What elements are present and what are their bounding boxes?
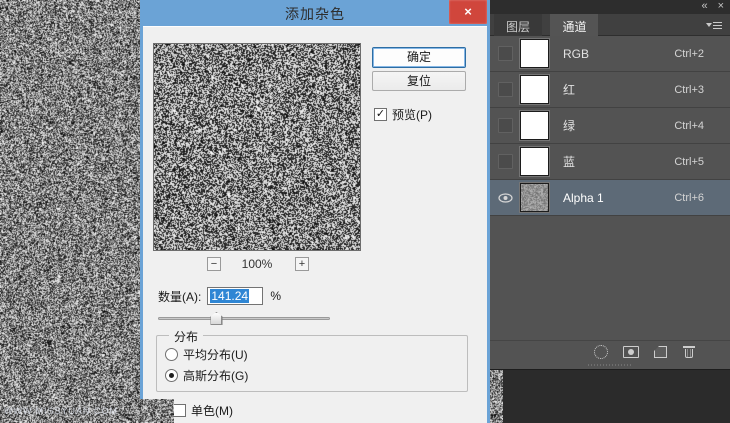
- channel-shortcut: Ctrl+2: [674, 48, 704, 60]
- monochromatic-label: 单色(M): [191, 402, 233, 419]
- channel-shortcut: Ctrl+6: [674, 192, 704, 204]
- noise-preview[interactable]: [153, 43, 361, 251]
- site-watermark: WWW.MISSYUAN.COM: [0, 399, 174, 423]
- channel-name: Alpha 1: [563, 191, 604, 205]
- channel-row-green[interactable]: 绿 Ctrl+4: [490, 108, 730, 144]
- collapse-panel-icon[interactable]: «: [701, 0, 707, 13]
- resize-grip[interactable]: [588, 364, 632, 366]
- slider-thumb[interactable]: [210, 312, 222, 325]
- channels-panel: « × 图层 通道 RGB Ctrl+2 红 Ctrl+3: [490, 0, 730, 370]
- channel-shortcut: Ctrl+4: [674, 120, 704, 132]
- distribution-legend: 分布: [169, 328, 203, 345]
- channel-list: RGB Ctrl+2 红 Ctrl+3 绿 Ctrl+4 蓝 Ctrl+5: [490, 36, 730, 216]
- radio-gaussian-circle[interactable]: [165, 369, 178, 382]
- radio-uniform-circle[interactable]: [165, 348, 178, 361]
- preview-checkbox-row[interactable]: ✓ 预览(P): [374, 106, 432, 123]
- panel-tab-strip: 图层 通道: [490, 14, 730, 36]
- channel-row-red[interactable]: 红 Ctrl+3: [490, 72, 730, 108]
- load-selection-icon[interactable]: [594, 345, 608, 359]
- channel-thumbnail[interactable]: [520, 183, 549, 212]
- radio-uniform[interactable]: 平均分布(U): [165, 346, 248, 363]
- radio-gaussian[interactable]: 高斯分布(G): [165, 367, 248, 384]
- amount-label: 数量(A):: [158, 288, 201, 305]
- alpha-thumbnail-noise: [521, 184, 549, 212]
- preview-checkbox-label: 预览(P): [392, 106, 432, 123]
- channel-thumbnail[interactable]: [520, 111, 549, 140]
- channel-name: RGB: [563, 47, 589, 61]
- delete-channel-icon[interactable]: [682, 345, 696, 359]
- panel-resize-strip[interactable]: [490, 362, 730, 369]
- preview-checkbox[interactable]: ✓: [374, 108, 387, 121]
- save-selection-icon[interactable]: [623, 346, 639, 358]
- monochromatic-row[interactable]: . 单色(M): [173, 402, 233, 419]
- channel-thumbnail[interactable]: [520, 147, 549, 176]
- watermark-text: WWW.MISSYUAN.COM: [4, 406, 118, 416]
- dialog-title: 添加杂色: [143, 4, 487, 24]
- radio-uniform-label: 平均分布(U): [183, 346, 248, 363]
- dialog-body: − 100% + 确定 复位 ✓ 预览(P) 数量(A): 141.24 %: [143, 26, 487, 423]
- channel-row-rgb[interactable]: RGB Ctrl+2: [490, 36, 730, 72]
- tab-channels[interactable]: 通道: [550, 14, 598, 36]
- monochromatic-checkbox[interactable]: .: [173, 404, 186, 417]
- new-channel-icon[interactable]: [654, 346, 667, 358]
- amount-value: 141.24: [210, 289, 249, 303]
- add-noise-dialog: 添加杂色 × − 100% + 确定 复位 ✓ 预览(P) 数量(A): 141…: [140, 0, 490, 423]
- panel-titlebar: « ×: [490, 0, 730, 14]
- channel-name: 绿: [563, 117, 575, 134]
- visibility-toggle[interactable]: [498, 82, 513, 97]
- close-panel-icon[interactable]: ×: [718, 0, 724, 13]
- noise-preview-image: [154, 44, 360, 250]
- panel-action-bar: [490, 340, 730, 362]
- amount-unit: %: [270, 289, 281, 303]
- channel-name: 红: [563, 81, 575, 98]
- amount-slider[interactable]: [158, 310, 330, 326]
- visibility-toggle[interactable]: [498, 46, 513, 61]
- amount-input[interactable]: 141.24: [207, 287, 263, 305]
- visibility-toggle[interactable]: [498, 118, 513, 133]
- channel-shortcut: Ctrl+3: [674, 84, 704, 96]
- photoshop-workspace: 添加杂色 × − 100% + 确定 复位 ✓ 预览(P) 数量(A): 141…: [0, 0, 730, 423]
- eye-icon[interactable]: [498, 193, 513, 203]
- close-icon[interactable]: ×: [449, 0, 487, 24]
- channel-list-empty-area: [490, 216, 730, 340]
- channel-thumbnail[interactable]: [520, 39, 549, 68]
- panel-menu-icon[interactable]: [706, 21, 722, 30]
- channel-row-blue[interactable]: 蓝 Ctrl+5: [490, 144, 730, 180]
- channel-row-alpha1[interactable]: Alpha 1 Ctrl+6: [490, 180, 730, 216]
- amount-row: 数量(A): 141.24 %: [158, 287, 281, 305]
- ok-button[interactable]: 确定: [372, 47, 466, 68]
- zoom-in-button[interactable]: +: [295, 257, 309, 271]
- preview-zoom-controls: − 100% +: [153, 256, 361, 272]
- radio-gaussian-label: 高斯分布(G): [183, 367, 248, 384]
- channel-thumbnail[interactable]: [520, 75, 549, 104]
- distribution-group: 分布 平均分布(U) 高斯分布(G): [156, 335, 468, 392]
- channel-shortcut: Ctrl+5: [674, 156, 704, 168]
- zoom-level: 100%: [153, 257, 361, 271]
- slider-track[interactable]: [158, 317, 330, 320]
- channel-name: 蓝: [563, 153, 575, 170]
- dialog-titlebar[interactable]: 添加杂色 ×: [143, 0, 487, 26]
- reset-button[interactable]: 复位: [372, 71, 466, 91]
- visibility-toggle[interactable]: [498, 154, 513, 169]
- tab-layers[interactable]: 图层: [494, 14, 542, 36]
